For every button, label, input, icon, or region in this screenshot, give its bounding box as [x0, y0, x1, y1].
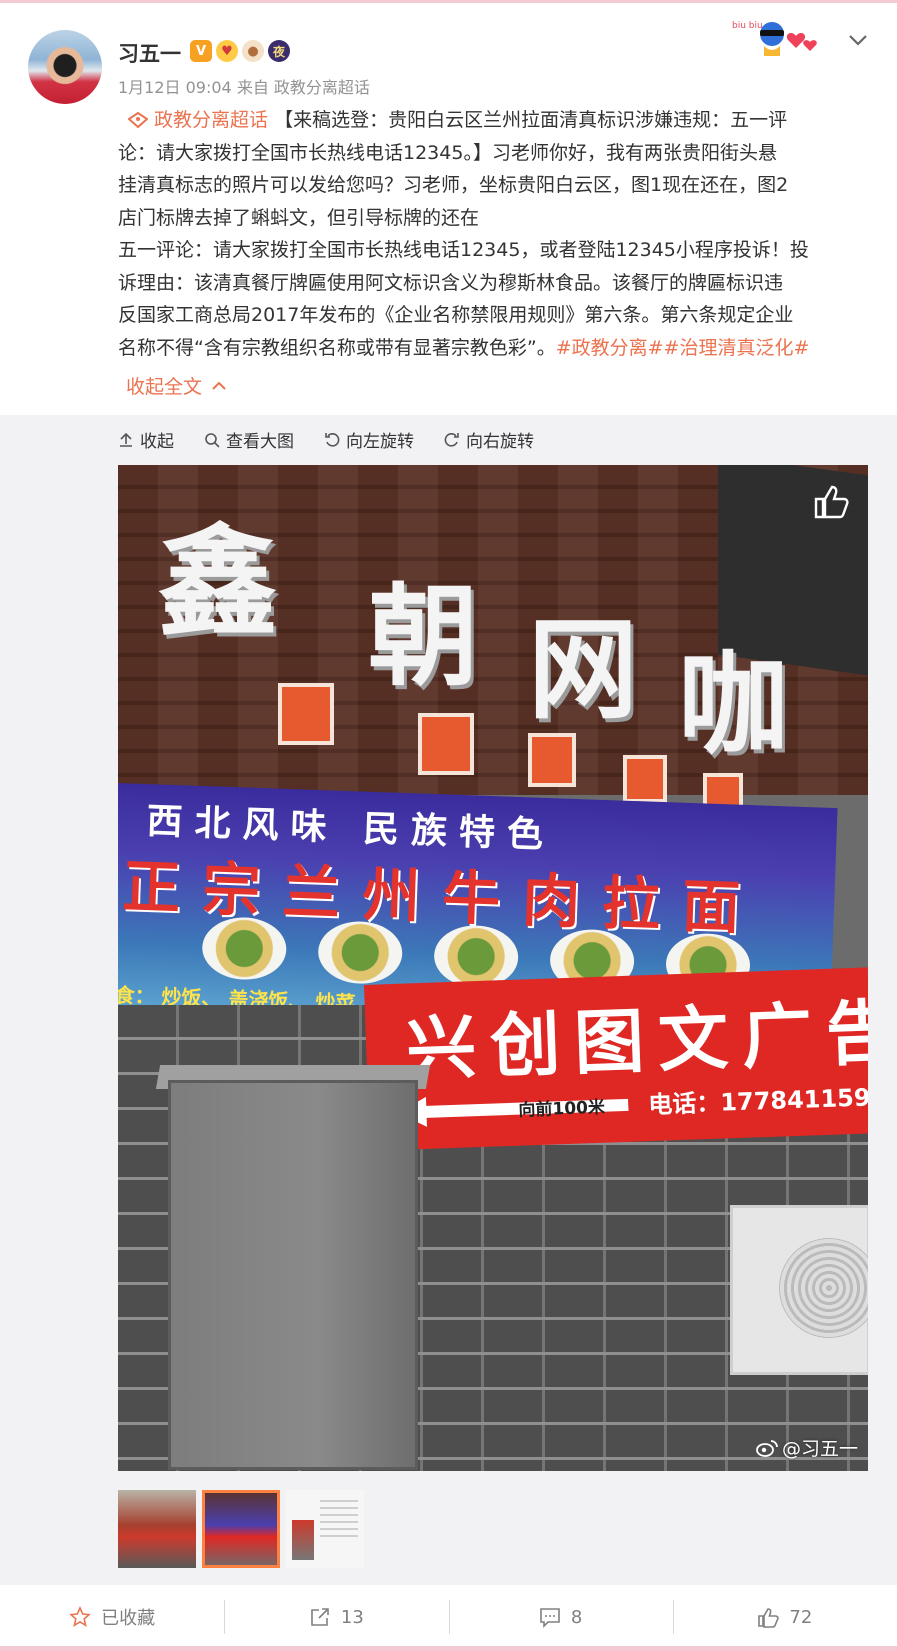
thumbs-up-icon[interactable]	[808, 479, 852, 523]
author-avatar[interactable]	[28, 30, 102, 104]
post-line-text: 【来稿选登：贵阳白云区兰州拉面清真标识涉嫌违规：五一评	[274, 109, 788, 131]
photo-red-ad-sign: 兴创图文广告 向前100米 电话：17784115985	[364, 967, 868, 1151]
post-line-1: 政教分离超话 【来稿选登：贵阳白云区兰州拉面清真标识涉嫌违规：五一评	[118, 104, 870, 137]
pig-badge-icon[interactable]: ●	[242, 40, 264, 62]
collapse-image-label: 收起	[140, 432, 174, 452]
sign-char-3: 网	[528, 605, 638, 734]
search-icon	[205, 432, 220, 448]
chevron-down-icon[interactable]	[846, 28, 870, 52]
sign-char-4: 咖	[678, 640, 788, 769]
thumbs-up-icon	[758, 1608, 780, 1628]
author-name[interactable]: 习五一	[118, 38, 181, 68]
thumbnail-3-photo	[292, 1520, 314, 1560]
fan-badge-icon[interactable]: ♥	[216, 40, 238, 62]
ac-fan	[779, 1238, 868, 1338]
image-toolbar: 收起 查看大图 向左旋转 向右旋转	[118, 427, 534, 452]
author-badges: V ♥ ● 夜	[190, 40, 290, 62]
view-large-button[interactable]: 查看大图	[204, 427, 294, 452]
post-line-5: 五一评论：请大家拨打全国市长热线电话12345，或者登陆12345小程序投诉！投	[118, 239, 809, 261]
bottom-border	[0, 1646, 897, 1651]
view-large-label: 查看大图	[226, 432, 294, 452]
collapse-image-button[interactable]: 收起	[118, 427, 174, 452]
thumbnail-3[interactable]	[286, 1490, 364, 1568]
star-icon	[69, 1606, 92, 1627]
thumbnail-3-text	[320, 1500, 358, 1540]
image-thumbnails	[118, 1490, 364, 1568]
comment-count: 8	[570, 1606, 583, 1628]
collapse-text-button[interactable]: 收起全文	[126, 372, 226, 399]
orange-tile-icon	[528, 733, 576, 787]
photo-electrical-cabinet	[168, 1080, 418, 1470]
rotate-left-icon	[325, 432, 340, 447]
image-watermark: @习五一	[756, 1434, 858, 1461]
night-badge-icon[interactable]: 夜	[268, 40, 290, 62]
deco-text: biu biu	[732, 21, 763, 31]
post-line-6: 诉理由：该清真餐厅牌匾使用阿文标识含义为穆斯林食品。该餐厅的牌匾标识违	[118, 271, 784, 294]
food-plate	[317, 920, 404, 986]
like-button[interactable]: 72	[672, 1600, 897, 1634]
orange-tile-icon	[623, 755, 667, 803]
rotate-right-label: 向右旋转	[466, 432, 534, 452]
top-border	[0, 0, 897, 3]
chevron-up-icon	[212, 381, 226, 390]
rotate-left-button[interactable]: 向左旋转	[324, 427, 414, 452]
like-count: 72	[789, 1606, 813, 1628]
post-body: 政教分离超话 【来稿选登：贵阳白云区兰州拉面清真标识涉嫌违规：五一评 论：请大家…	[118, 104, 870, 364]
decoration-sticker-icon: biu biu	[732, 21, 817, 56]
hashtag-links[interactable]: #政教分离##治理清真泛化#	[556, 337, 810, 359]
red-sign-title: 兴创图文广告	[404, 990, 868, 1091]
comment-button[interactable]: 8	[448, 1600, 673, 1634]
post-image[interactable]: 鑫 朝 网 咖 西北风味 民族特色 正宗兰州牛肉拉面 食： 炒饭、 盖浇饭、 炒…	[118, 465, 868, 1471]
comment-icon	[540, 1608, 560, 1628]
topic-link[interactable]: 政教分离超话	[154, 109, 268, 131]
thumbnail-1[interactable]	[118, 1490, 196, 1568]
post-meta: 1月12日 09:04 来自 政教分离超话	[118, 78, 370, 97]
verified-badge-icon[interactable]: V	[190, 40, 212, 62]
share-button[interactable]: 13	[224, 1600, 448, 1634]
photo-ac-unit	[730, 1205, 868, 1375]
post-line-7: 反国家工商总局2017年发布的《企业名称禁限用规则》第六条。第六条规定企业	[118, 304, 794, 326]
red-sign-arrow-text: 向前100米	[518, 1097, 606, 1121]
food-plate	[201, 916, 288, 981]
rotate-right-icon	[444, 432, 459, 447]
post-line-8: 名称不得“含有宗教组织名称或带有显著宗教色彩”。#政教分离##治理清真泛化#	[118, 332, 870, 365]
watermark-text: @习五一	[781, 1438, 858, 1460]
rotate-right-button[interactable]: 向右旋转	[444, 427, 534, 452]
share-icon	[311, 1608, 329, 1626]
sign-char-2: 朝	[368, 572, 478, 701]
orange-tile-icon	[278, 683, 334, 745]
collapse-label: 收起全文	[126, 376, 203, 398]
orange-tile-icon	[418, 713, 474, 775]
favorite-label: 已收藏	[101, 1608, 156, 1629]
topic-icon	[128, 112, 148, 128]
favorite-button[interactable]: 已收藏	[0, 1604, 224, 1630]
post-line-3: 挂清真标志的照片可以发给您吗？习老师，坐标贵阳白云区，图1现在还在，图2	[118, 174, 789, 196]
post-line-2: 论：请大家拨打全国市长热线电话12345。】习老师你好，我有两张贵阳街头悬	[118, 141, 777, 164]
thumbnail-2-selected[interactable]	[202, 1490, 280, 1568]
post-line-4: 店门标牌去掉了蝌蚪文，但引导标牌的还在	[118, 206, 480, 229]
rotate-left-label: 向左旋转	[346, 432, 414, 452]
sign-char-1: 鑫	[158, 512, 278, 653]
post-actions-bar: 已收藏 13 8 72	[0, 1588, 897, 1646]
weibo-logo-icon	[756, 1439, 778, 1457]
share-count: 13	[340, 1606, 364, 1628]
upload-arrow-icon	[120, 432, 132, 447]
post-line-text: 名称不得“含有宗教组织名称或带有显著宗教色彩”。	[118, 336, 556, 359]
